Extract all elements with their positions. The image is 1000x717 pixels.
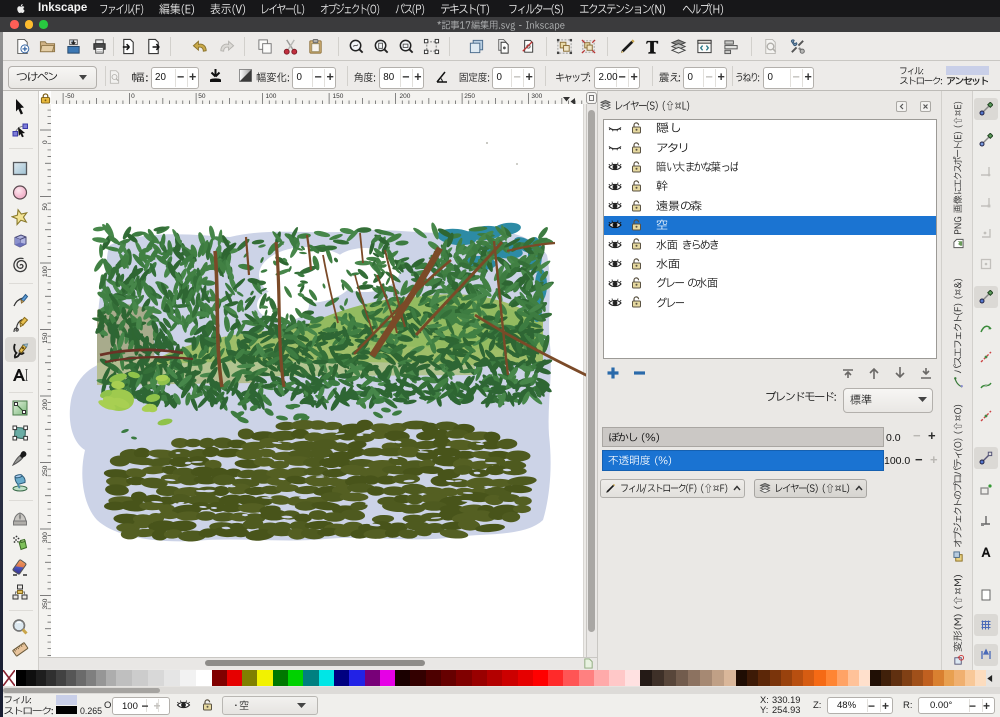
- svg-text:200: 200: [400, 93, 411, 100]
- svg-text:0: 0: [42, 140, 49, 144]
- svg-text:150: 150: [333, 93, 344, 100]
- svg-text:350: 350: [42, 598, 49, 609]
- svg-text:250: 250: [464, 93, 475, 100]
- svg-text:100: 100: [266, 93, 277, 100]
- svg-text:300: 300: [42, 532, 49, 543]
- svg-text:50: 50: [42, 203, 49, 211]
- svg-text:150: 150: [42, 332, 49, 343]
- svg-text:0: 0: [131, 93, 135, 100]
- svg-text:300: 300: [531, 93, 542, 100]
- svg-text:50: 50: [198, 93, 206, 100]
- svg-text:-50: -50: [65, 93, 75, 100]
- svg-text:100: 100: [42, 266, 49, 277]
- svg-text:250: 250: [42, 465, 49, 476]
- svg-text:200: 200: [42, 399, 49, 410]
